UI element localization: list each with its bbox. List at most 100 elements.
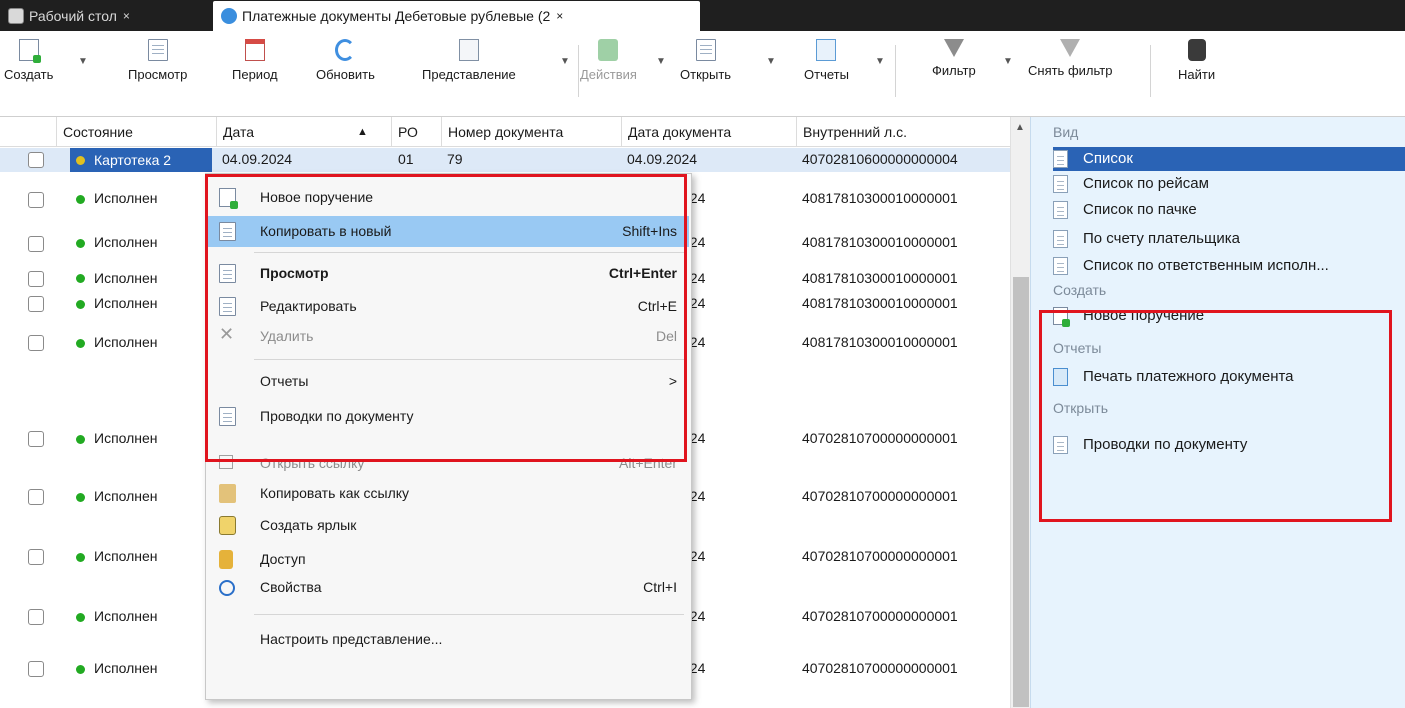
find-button[interactable]: Найти xyxy=(1178,39,1215,82)
column-ro[interactable]: РО xyxy=(391,117,441,147)
account-cell: 40817810300010000001 xyxy=(802,334,958,350)
actions-button[interactable]: Действия xyxy=(580,39,637,82)
chevron-down-icon[interactable]: ▼ xyxy=(1003,56,1013,67)
view-label: Просмотр xyxy=(128,67,188,82)
status-dot-icon xyxy=(76,553,85,562)
status-text: Исполнен xyxy=(94,334,158,350)
status-dot-icon xyxy=(76,613,85,622)
status-dot-icon xyxy=(76,239,85,248)
menu-item-customize-view[interactable]: Настроить представление... xyxy=(208,624,689,655)
copy-link-icon xyxy=(219,484,236,503)
new-document-icon xyxy=(219,188,238,209)
status-dot-icon xyxy=(76,195,85,204)
status-text: Исполнен xyxy=(94,270,158,286)
account-cell: 40702810700000000001 xyxy=(802,430,958,446)
status-cell: Картотека 2 xyxy=(70,148,212,172)
view-item-label: Список xyxy=(1083,150,1133,167)
reports-button[interactable]: Отчеты xyxy=(804,39,849,82)
chevron-down-icon[interactable]: ▼ xyxy=(766,56,776,67)
filter-button[interactable]: Фильтр xyxy=(932,39,976,78)
menu-item-delete[interactable]: ✕ Удалить Del xyxy=(208,321,689,352)
refresh-icon xyxy=(335,39,356,61)
menu-item-create-shortcut[interactable]: Создать ярлык xyxy=(208,510,689,541)
menu-item-label: Редактировать xyxy=(260,298,357,314)
chevron-down-icon[interactable]: ▼ xyxy=(656,56,666,67)
view-item-label: Список по рейсам xyxy=(1083,175,1209,192)
status-dot-icon xyxy=(76,300,85,309)
menu-item-shortcut: Shift+Ins xyxy=(622,223,677,239)
doc-number-cell: 79 xyxy=(447,151,463,167)
column-date[interactable]: Дата ▲ xyxy=(216,117,391,147)
group-reports-header: Отчеты xyxy=(1053,340,1102,356)
row-checkbox[interactable] xyxy=(28,271,44,287)
actions-icon xyxy=(598,39,619,61)
menu-item-view[interactable]: Просмотр Ctrl+Enter xyxy=(208,258,689,289)
view-item-list[interactable]: Список xyxy=(1053,147,1405,171)
column-internal-account[interactable]: Внутренний л.с. xyxy=(796,117,1010,147)
menu-item-label: Просмотр xyxy=(260,265,329,281)
column-status[interactable]: Состояние xyxy=(56,117,216,147)
close-icon[interactable]: × xyxy=(556,9,563,23)
copy-document-icon xyxy=(219,222,236,241)
clear-filter-button[interactable]: Снять фильтр xyxy=(1028,39,1112,78)
representation-button[interactable]: Представление xyxy=(422,39,516,82)
chevron-down-icon[interactable]: ▼ xyxy=(78,56,88,67)
chevron-down-icon[interactable]: ▼ xyxy=(560,56,570,67)
menu-item-properties[interactable]: Свойства Ctrl+I xyxy=(208,572,689,603)
close-icon[interactable]: × xyxy=(123,9,130,23)
actions-label: Действия xyxy=(580,67,637,82)
row-checkbox[interactable] xyxy=(28,236,44,252)
menu-item-edit[interactable]: Редактировать Ctrl+E xyxy=(208,291,689,322)
view-item-label: Список по пачке xyxy=(1083,201,1197,218)
row-checkbox[interactable] xyxy=(28,192,44,208)
column-doc-number[interactable]: Номер документа xyxy=(441,117,621,147)
row-checkbox[interactable] xyxy=(28,549,44,565)
status-dot-icon xyxy=(76,493,85,502)
status-dot-icon xyxy=(76,156,85,165)
open-label: Открыть xyxy=(680,67,732,82)
menu-item-reports[interactable]: Отчеты > xyxy=(208,366,689,397)
period-button[interactable]: Период xyxy=(232,39,278,82)
report-icon xyxy=(816,39,837,61)
view-button[interactable]: Просмотр xyxy=(128,39,187,82)
open-button[interactable]: Открыть xyxy=(680,39,731,82)
menu-item-new-order[interactable]: Новое поручение xyxy=(208,182,689,213)
table-row[interactable]: Картотека 2 04.09.2024 01 79 04.09.2024 … xyxy=(0,148,1010,172)
menu-item-shortcut: Del xyxy=(655,328,677,344)
ro-cell: 01 xyxy=(398,151,414,167)
row-checkbox[interactable] xyxy=(28,489,44,505)
group-view-header: Вид xyxy=(1053,124,1079,140)
edit-icon xyxy=(219,297,236,316)
status-text: Исполнен xyxy=(94,660,158,676)
row-checkbox[interactable] xyxy=(28,296,44,312)
toolbar-divider xyxy=(1150,45,1151,97)
row-checkbox[interactable] xyxy=(28,609,44,625)
refresh-button[interactable]: Обновить xyxy=(316,39,375,82)
sort-ascending-icon: ▲ xyxy=(357,126,368,138)
create-button[interactable]: Создать xyxy=(4,39,53,82)
new-document-icon xyxy=(18,39,41,63)
chevron-down-icon[interactable]: ▼ xyxy=(875,56,885,67)
row-checkbox[interactable] xyxy=(28,661,44,677)
doc-date-cell: 04.09.2024 xyxy=(627,151,698,167)
menu-item-copy-as-link[interactable]: Копировать как ссылку xyxy=(208,478,689,509)
menu-item-open-link[interactable]: Открыть ссылку Alt+Enter xyxy=(208,448,689,479)
row-checkbox[interactable] xyxy=(28,431,44,447)
row-checkbox[interactable] xyxy=(28,152,44,168)
menu-item-copy-to-new[interactable]: Копировать в новый Shift+Ins xyxy=(208,216,689,247)
account-cell: 40702810600000000004 xyxy=(802,151,958,167)
scroll-up-icon[interactable]: ▲ xyxy=(1015,122,1025,133)
scrollbar-thumb[interactable] xyxy=(1013,277,1029,707)
row-checkbox[interactable] xyxy=(28,335,44,351)
menu-item-postings[interactable]: Проводки по документу xyxy=(208,401,689,432)
tab-desktop[interactable]: Рабочий стол × xyxy=(0,1,138,31)
account-cell: 40817810300010000001 xyxy=(802,270,958,286)
report-item-label: Печать платежного документа xyxy=(1083,368,1294,385)
column-doc-date[interactable]: Дата документа xyxy=(621,117,796,147)
filter-label: Фильтр xyxy=(932,63,976,78)
calendar-icon xyxy=(244,39,265,61)
menu-item-access[interactable]: Доступ xyxy=(208,544,689,575)
tab-payment-documents[interactable]: Платежные документы Дебетовые рублевые (… xyxy=(213,1,700,31)
vertical-scrollbar[interactable]: ▲ xyxy=(1010,117,1030,708)
status-text: Исполнен xyxy=(94,295,158,311)
